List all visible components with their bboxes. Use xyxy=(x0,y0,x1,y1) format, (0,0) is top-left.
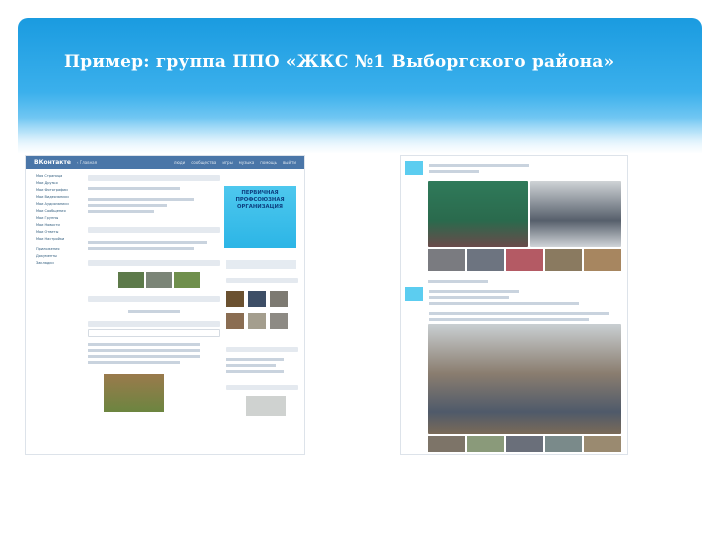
menu-item: Документы xyxy=(36,254,57,258)
photo-thumb xyxy=(146,272,172,288)
nav-item: сообщества xyxy=(191,160,217,165)
post-photo xyxy=(104,374,164,412)
menu-item: Мои Аудиозаписи xyxy=(36,202,69,206)
vk-group-screenshot: ВКонтакте ‹ Главная люди сообщества игры… xyxy=(25,155,305,455)
group-avatar xyxy=(405,287,423,301)
menu-item: Мои Настройки xyxy=(36,237,65,241)
slide-title: Пример: группа ППО «ЖКС №1 Выборгского р… xyxy=(64,52,615,72)
nav-item: люди xyxy=(173,160,186,165)
menu-item: Мои Сообщения xyxy=(36,209,66,213)
photo-strip xyxy=(428,436,621,452)
photo-thumb xyxy=(118,272,144,288)
vk-logo: ВКонтакте xyxy=(34,159,71,166)
vk-main-column xyxy=(88,173,220,412)
post-photo xyxy=(428,324,621,434)
menu-item: Мои Новости xyxy=(36,223,60,227)
menu-item: Мои Друзья xyxy=(36,181,58,185)
photo-strip xyxy=(428,249,621,271)
menu-item: Приложения xyxy=(36,247,60,251)
photo-thumb xyxy=(174,272,200,288)
post-photo xyxy=(428,181,528,247)
nav-item: помощь xyxy=(260,160,277,165)
nav-item: игры xyxy=(222,160,233,165)
post-photo xyxy=(530,181,621,247)
menu-item: Мои Видеозаписи xyxy=(36,195,69,199)
menu-item: Мои Ответы xyxy=(36,230,59,234)
ppo-poster: ПЕРВИЧНАЯ ПРОФСОЮЗНАЯ ОРГАНИЗАЦИЯ xyxy=(224,186,296,248)
menu-item: Закладки xyxy=(36,261,54,265)
back-link: ‹ Главная xyxy=(76,160,98,165)
join-button xyxy=(226,260,296,269)
vk-members xyxy=(226,276,298,416)
menu-item: Мои Фотографии xyxy=(36,188,68,192)
header-fade xyxy=(18,118,702,158)
vk-sidebar: Моя Страница Мои Друзья Мои Фотографии М… xyxy=(36,174,74,268)
menu-item: Моя Страница xyxy=(36,174,63,178)
group-avatar xyxy=(405,161,423,175)
menu-item: Мои Группы xyxy=(36,216,59,220)
nav-item: музыка xyxy=(238,160,255,165)
vk-wall-screenshot xyxy=(400,155,628,455)
vk-topbar: ВКонтакте ‹ Главная люди сообщества игры… xyxy=(26,156,304,169)
nav-item: выйти xyxy=(282,160,296,165)
